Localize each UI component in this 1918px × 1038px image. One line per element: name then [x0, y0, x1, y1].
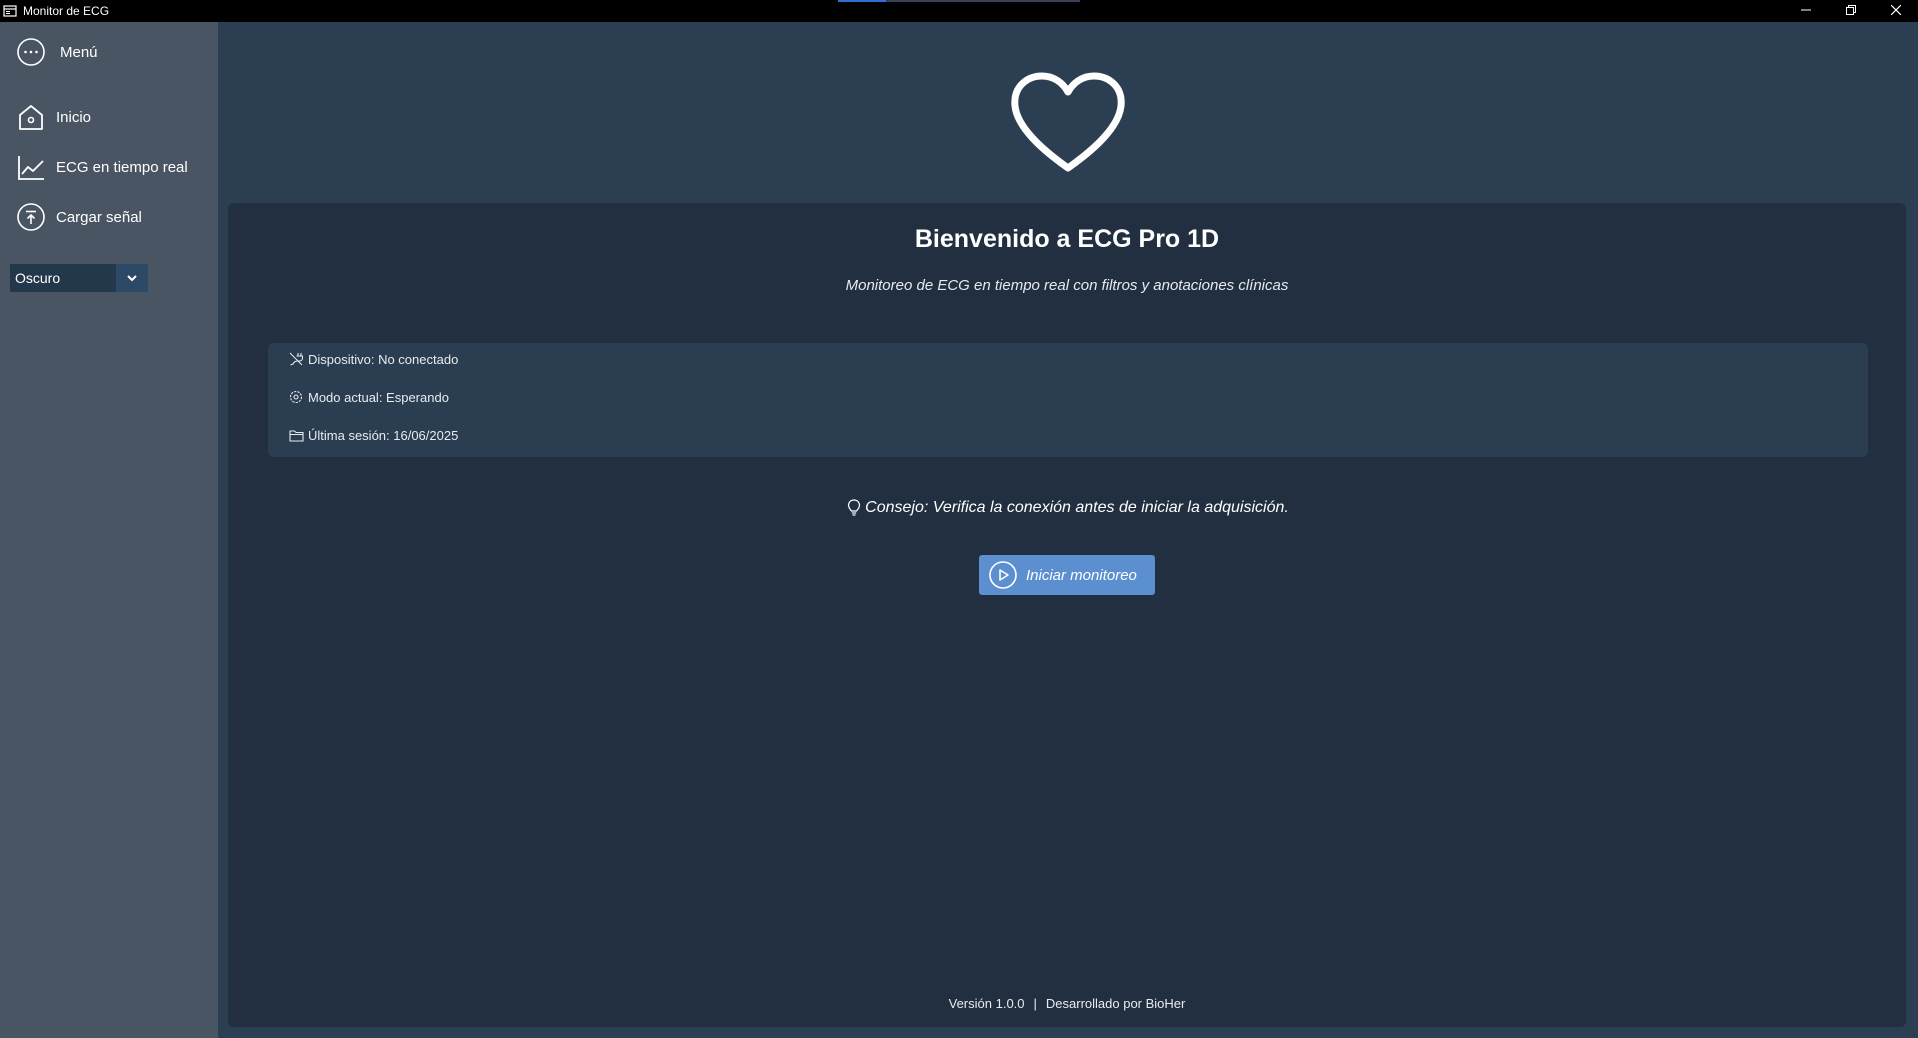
credit-text: Desarrollado por BioHer [1045, 996, 1186, 1011]
version-text: Versión 1.0.0 [948, 996, 1025, 1011]
page-title: Bienvenido a ECG Pro 1D [914, 225, 1220, 253]
window-title: Monitor de ECG [23, 4, 110, 18]
close-button[interactable] [1873, 0, 1918, 22]
footer: Versión 1.0.0 | Desarrollado por BioHer [228, 996, 1906, 1011]
minimize-button[interactable] [1783, 0, 1828, 22]
line-chart-icon [14, 150, 48, 184]
sidebar: Menú Inicio ECG en tiempo real Cargar se… [0, 22, 218, 1038]
upload-icon [14, 200, 48, 234]
sidebar-item-inicio[interactable]: Inicio [14, 100, 91, 134]
sidebar-item-label: Inicio [56, 108, 92, 126]
more-horizontal-icon [14, 35, 48, 69]
minimize-icon [1800, 2, 1811, 20]
last-session-status: Última sesión: 16/06/2025 [288, 427, 458, 443]
theme-select[interactable]: Oscuro [10, 264, 148, 292]
title-accent-strip [838, 0, 1080, 2]
restore-button[interactable] [1828, 0, 1873, 22]
restore-icon [1845, 2, 1856, 20]
app-window-icon [3, 4, 17, 18]
start-monitoring-label: Iniciar monitoreo [1026, 566, 1137, 584]
footer-separator: | [1033, 996, 1037, 1011]
tip-text: Consejo: Verifica la conexión antes de i… [865, 499, 1289, 516]
menu-toggle[interactable]: Menú [14, 35, 98, 69]
play-circle-icon [988, 560, 1018, 590]
sidebar-item-label: Cargar señal [56, 208, 142, 226]
folder-icon [288, 427, 304, 443]
welcome-card: Bienvenido a ECG Pro 1D Monitoreo de ECG… [228, 203, 1906, 1027]
page-subtitle: Monitoreo de ECG en tiempo real con filt… [845, 277, 1289, 294]
plug-icon [288, 351, 304, 367]
heart-icon [1010, 72, 1126, 176]
sidebar-item-ecg-realtime[interactable]: ECG en tiempo real [14, 150, 188, 184]
chevron-down-icon[interactable] [116, 264, 148, 292]
theme-select-value: Oscuro [10, 264, 116, 292]
window-controls [1783, 0, 1918, 22]
device-status: Dispositivo: No conectado [288, 351, 458, 367]
sidebar-item-cargar-senal[interactable]: Cargar señal [14, 200, 142, 234]
tip-message: Consejo: Verifica la conexión antes de i… [228, 498, 1906, 518]
sidebar-item-label: ECG en tiempo real [56, 158, 188, 176]
device-status-text: Dispositivo: No conectado [308, 351, 459, 367]
lightbulb-icon [845, 498, 863, 518]
settings-icon [288, 389, 304, 405]
status-panel: Dispositivo: No conectado Modo actual: E… [268, 343, 1868, 457]
mode-status: Modo actual: Esperando [288, 389, 449, 405]
last-session-text: Última sesión: 16/06/2025 [308, 427, 459, 443]
menu-label: Menú [60, 43, 98, 61]
title-bar: Monitor de ECG [0, 0, 1918, 22]
start-monitoring-button[interactable]: Iniciar monitoreo [979, 555, 1155, 595]
home-icon [14, 100, 48, 134]
close-icon [1890, 2, 1901, 20]
mode-status-text: Modo actual: Esperando [308, 389, 449, 405]
